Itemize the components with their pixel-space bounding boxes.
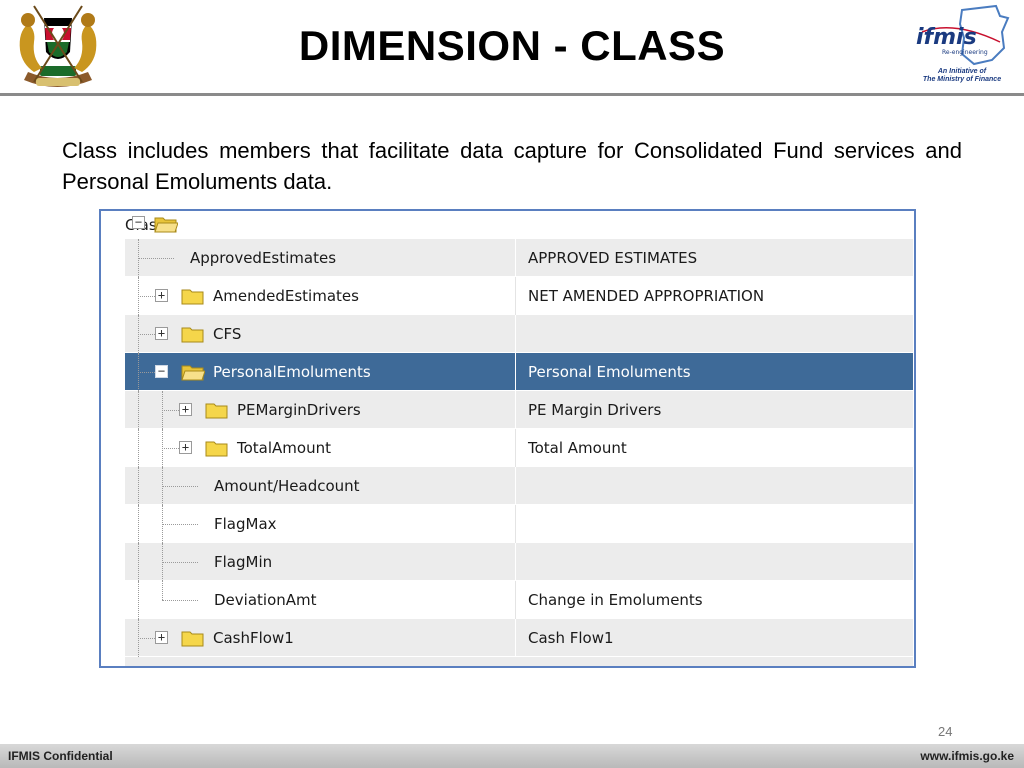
tree-row-description: NET AMENDED APPROPRIATION — [515, 277, 913, 315]
page-number: 24 — [938, 724, 953, 739]
tree-connector — [138, 258, 174, 259]
tree-row-partial — [125, 657, 913, 666]
tree-guide-line — [138, 543, 139, 581]
tree-row-description — [515, 543, 913, 581]
tree-row-name: DeviationAmt — [214, 591, 317, 609]
tree-row-description — [515, 467, 913, 505]
tree-connector — [138, 372, 155, 373]
tree-guide-line — [138, 429, 139, 467]
tree-row[interactable]: ApprovedEstimates APPROVED ESTIMATES — [125, 239, 913, 277]
slide-title: DIMENSION - CLASS — [298, 22, 726, 69]
tree-row-name: CFS — [213, 325, 242, 343]
tree-row-description: APPROVED ESTIMATES — [515, 239, 913, 277]
tree-connector — [162, 524, 198, 525]
tree-row-name: FlagMax — [214, 515, 277, 533]
tree-row[interactable]: Amount/Headcount — [125, 467, 913, 505]
tree-row[interactable]: FlagMin — [125, 543, 913, 581]
folder-open-icon — [154, 217, 178, 233]
folder-icon — [181, 327, 204, 343]
tree-row-name: AmendedEstimates — [213, 287, 359, 305]
slide-footer: IFMIS Confidential www.ifmis.go.ke — [0, 744, 1024, 768]
tree-row-description: Change in Emoluments — [515, 581, 913, 619]
expand-icon[interactable]: + — [155, 631, 168, 644]
tree-row[interactable]: + CFS — [125, 315, 913, 353]
kenya-map-icon: ifmis Re-engineering — [916, 4, 1010, 66]
svg-text:Re-engineering: Re-engineering — [942, 49, 988, 56]
folder-icon — [205, 403, 228, 419]
tree-guide-line — [138, 467, 139, 505]
tree-row[interactable]: + CashFlow1 Cash Flow1 — [125, 619, 913, 657]
collapse-icon[interactable]: − — [132, 216, 145, 229]
svg-text:ifmis: ifmis — [916, 25, 977, 50]
tree-row-description: Total Amount — [515, 429, 913, 467]
tree-row-name: CashFlow1 — [213, 629, 294, 647]
tree-guide-line — [138, 505, 139, 543]
tree-guide-line — [138, 391, 139, 429]
ifmis-logo: ifmis Re-engineering An Initiative of Th… — [904, 2, 1020, 92]
tree-grid-screenshot: − Class ApprovedEstimates APPROVED ESTIMA… — [99, 209, 916, 668]
tree-root-row[interactable]: − Class — [125, 211, 913, 239]
tree-connector — [138, 296, 155, 297]
tree-row-description — [515, 315, 913, 353]
tree-connector — [162, 448, 179, 449]
tree-row-name: FlagMin — [214, 553, 273, 571]
tree-row-name: PersonalEmoluments — [213, 363, 371, 381]
expand-icon[interactable]: + — [179, 441, 192, 454]
tree-row-description: Personal Emoluments — [515, 353, 913, 391]
folder-icon — [205, 441, 228, 457]
ifmis-tagline-line2: The Ministry of Finance — [922, 76, 1002, 83]
folder-icon — [181, 289, 204, 305]
tree-row[interactable]: DeviationAmt Change in Emoluments — [125, 581, 913, 619]
folder-open-icon — [181, 365, 205, 381]
tree-row[interactable]: − PersonalEmoluments Personal Emoluments — [125, 353, 913, 391]
tree-connector — [162, 410, 179, 411]
tree-row-name: Amount/Headcount — [214, 477, 360, 495]
tree-guide-line — [162, 581, 163, 600]
tree-guide-line — [138, 581, 139, 619]
tree-connector — [138, 334, 155, 335]
ifmis-tagline: An Initiative of The Ministry of Finance — [904, 68, 1020, 84]
expand-icon[interactable]: + — [155, 327, 168, 340]
tree-row[interactable]: + AmendedEstimates NET AMENDED APPROPRIATI… — [125, 277, 913, 315]
tree-row-name: ApprovedEstimates — [190, 249, 337, 267]
tree-row-description: Cash Flow1 — [515, 619, 913, 657]
slide-header: DIMENSION - CLASS ifmis Re-engineering A… — [0, 0, 1024, 96]
collapse-icon[interactable]: − — [155, 365, 168, 378]
tree-row[interactable]: FlagMax — [125, 505, 913, 543]
ifmis-tagline-line1: An Initiative of — [937, 68, 987, 75]
intro-paragraph: Class includes members that facilitate d… — [62, 138, 962, 194]
tree-row-name: TotalAmount — [237, 439, 331, 457]
footer-website: www.ifmis.go.ke — [920, 749, 1014, 763]
tree-row-description: PE Margin Drivers — [515, 391, 913, 429]
expand-icon[interactable]: + — [155, 289, 168, 302]
tree-row[interactable]: + PEMarginDrivers PE Margin Drivers — [125, 391, 913, 429]
header-divider — [0, 93, 1024, 96]
folder-icon — [181, 631, 204, 647]
tree-connector — [162, 562, 198, 563]
footer-confidential: IFMIS Confidential — [8, 749, 113, 763]
tree-connector — [162, 600, 198, 601]
tree-grid: − Class ApprovedEstimates APPROVED ESTIMA… — [125, 211, 913, 666]
tree-row[interactable]: + TotalAmount Total Amount — [125, 429, 913, 467]
tree-connector — [162, 486, 198, 487]
tree-row-name: PEMarginDrivers — [237, 401, 361, 419]
tree-row-description — [515, 505, 913, 543]
expand-icon[interactable]: + — [179, 403, 192, 416]
tree-connector — [138, 638, 155, 639]
